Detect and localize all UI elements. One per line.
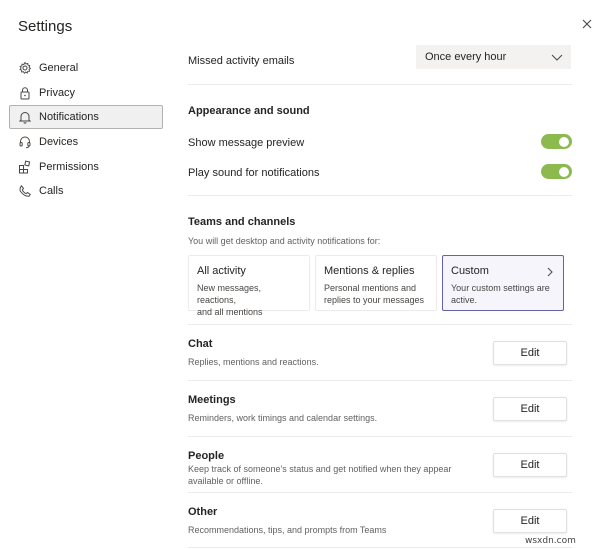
play-sound-label: Play sound for notifications [188,167,320,179]
option-all-activity[interactable]: All activity New messages, reactions, an… [188,255,310,317]
chevron-right-icon [547,267,553,277]
meetings-section-title: Meetings [188,394,236,406]
sidebar-item-privacy[interactable]: Privacy [9,81,163,105]
divider [188,84,572,85]
card-desc-line: New messages, reactions, [197,283,262,305]
appearance-section-title: Appearance and sound [188,105,310,117]
chat-edit-button[interactable]: Edit [493,341,567,365]
divider [188,324,572,325]
card-desc: Personal mentions and replies to your me… [324,282,428,306]
card-title: All activity [197,265,246,277]
card-desc-line: and all mentions [197,307,263,317]
meetings-edit-button[interactable]: Edit [493,397,567,421]
other-edit-button[interactable]: Edit [493,509,567,533]
divider [188,436,572,437]
sidebar-nav: General Privacy Notifications Devices Pe… [9,56,163,204]
option-custom[interactable]: Custom Your custom settings are active. [442,255,564,311]
card-desc-line: Your custom settings are [451,283,550,293]
page-title: Settings [18,18,73,35]
card-desc: New messages, reactions, and all mention… [197,282,301,318]
sidebar-item-devices[interactable]: Devices [9,130,163,154]
card-title: Mentions & replies [324,265,415,277]
sidebar-item-label: Privacy [39,86,76,99]
chevron-down-icon [551,54,563,61]
chat-section-desc: Replies, mentions and reactions. [188,357,319,367]
chat-section-title: Chat [188,338,213,350]
toggle-knob [559,136,569,147]
close-button[interactable] [579,16,595,32]
card-desc-line: active. [451,295,478,305]
card-desc-line: replies to your messages [324,295,425,305]
card-desc: Your custom settings are active. [451,282,555,306]
sidebar-item-permissions[interactable]: Permissions [9,155,163,179]
dropdown-value: Once every hour [425,51,507,63]
phone-icon [18,184,32,198]
sidebar-item-label: Permissions [39,160,99,173]
teams-channels-subtitle: You will get desktop and activity notifi… [188,236,381,246]
people-edit-button[interactable]: Edit [493,453,567,477]
people-section-desc: Keep track of someone's status and get n… [188,463,451,487]
card-title: Custom [451,265,489,277]
other-section-title: Other [188,506,218,518]
meetings-section-desc: Reminders, work timings and calendar set… [188,413,378,423]
option-mentions-replies[interactable]: Mentions & replies Personal mentions and… [315,255,437,311]
missed-activity-label: Missed activity emails [188,55,295,67]
lock-icon [18,86,32,100]
gear-icon [18,61,32,75]
people-section-title: People [188,450,225,462]
show-preview-toggle[interactable] [541,134,572,149]
sidebar-item-calls[interactable]: Calls [9,179,163,203]
teams-channels-title: Teams and channels [188,216,296,228]
other-section-desc: Recommendations, tips, and prompts from … [188,525,387,535]
watermark: wsxdn.com [525,536,576,546]
show-preview-label: Show message preview [188,137,305,149]
close-icon [582,19,592,29]
sidebar-item-label: Calls [39,185,64,198]
sidebar-item-label: Devices [39,136,79,149]
sidebar-item-label: Notifications [39,111,99,124]
divider [188,547,572,548]
headset-icon [18,135,32,149]
toggle-knob [559,166,569,177]
bell-icon [18,110,32,124]
desc-line: Keep track of someone's status and get n… [188,464,452,474]
sidebar-item-notifications[interactable]: Notifications [9,105,163,130]
apps-icon [18,160,32,174]
sidebar-item-label: General [39,62,79,74]
play-sound-toggle[interactable] [541,164,572,179]
sidebar-item-general[interactable]: General [9,56,163,80]
missed-activity-dropdown[interactable]: Once every hour [416,45,571,69]
divider [188,492,572,493]
divider [188,195,572,196]
desc-line: available or offline. [188,476,263,486]
card-desc-line: Personal mentions and [324,283,417,293]
divider [188,380,572,381]
